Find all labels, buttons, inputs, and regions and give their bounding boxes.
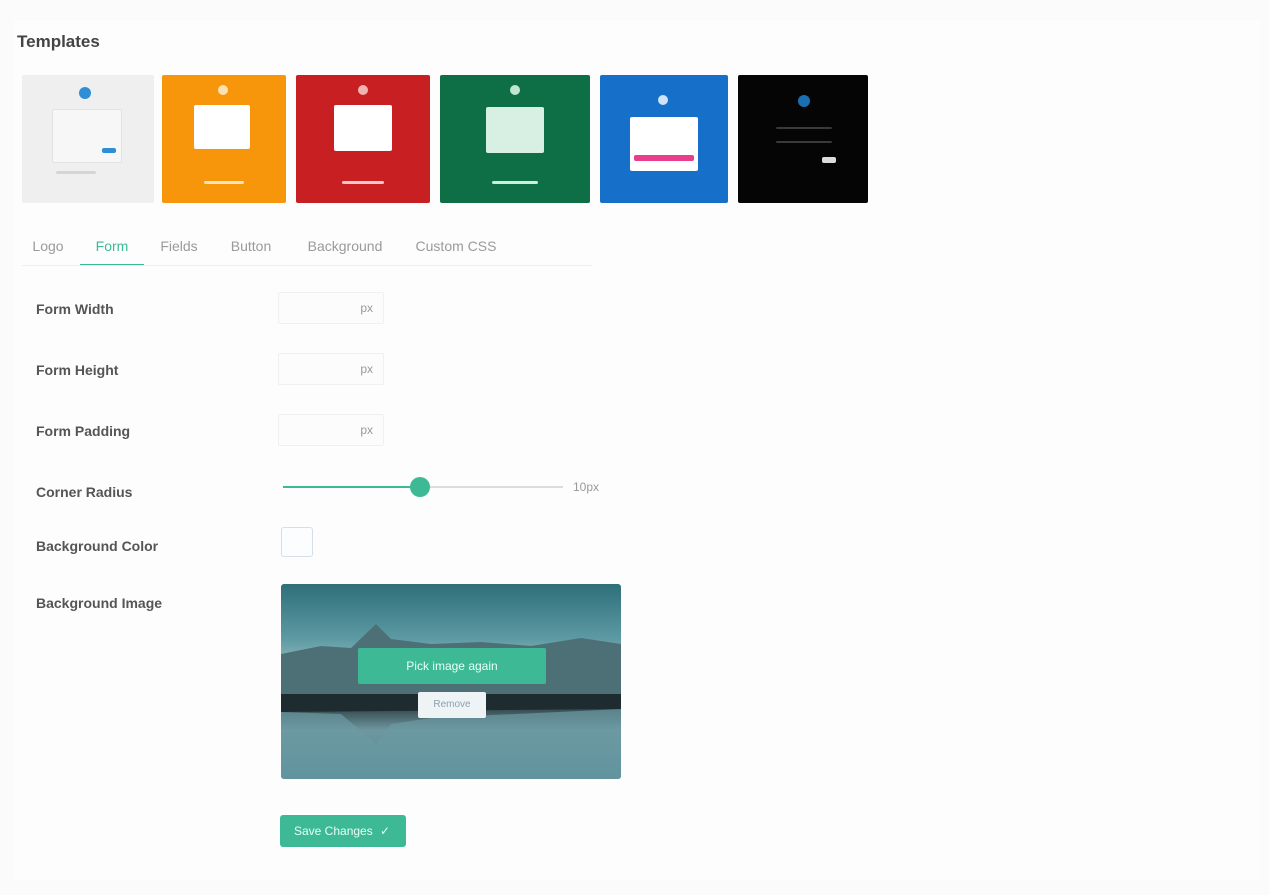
logo-icon bbox=[798, 95, 810, 107]
corner-radius-label: Corner Radius bbox=[36, 484, 133, 500]
form-height-input[interactable]: px bbox=[278, 353, 384, 385]
templates-title: Templates bbox=[17, 32, 100, 51]
logo-icon bbox=[510, 85, 520, 95]
form-padding-unit: px bbox=[360, 423, 373, 437]
form-width-label: Form Width bbox=[36, 301, 114, 317]
form-height-label: Form Height bbox=[36, 362, 119, 378]
template-button-preview bbox=[204, 181, 244, 184]
template-form-preview bbox=[52, 109, 122, 163]
save-changes-button[interactable]: Save Changes ✓ bbox=[280, 815, 406, 847]
tab-fields[interactable]: Fields bbox=[150, 230, 208, 266]
template-form-preview bbox=[194, 105, 250, 149]
template-button-preview bbox=[342, 181, 384, 184]
tab-form[interactable]: Form bbox=[80, 230, 144, 266]
tab-button[interactable]: Button bbox=[218, 230, 284, 266]
background-color-swatch[interactable] bbox=[281, 527, 313, 557]
save-changes-label: Save Changes bbox=[294, 824, 373, 838]
pick-image-button[interactable]: Pick image again bbox=[358, 648, 546, 684]
template-blue[interactable] bbox=[600, 75, 728, 203]
template-black[interactable] bbox=[738, 75, 868, 203]
template-field-line bbox=[776, 141, 832, 143]
tab-background[interactable]: Background bbox=[296, 230, 394, 266]
form-height-unit: px bbox=[360, 362, 373, 376]
corner-radius-slider-fill bbox=[283, 486, 421, 488]
form-padding-input[interactable]: px bbox=[278, 414, 384, 446]
logo-icon bbox=[358, 85, 368, 95]
logo-icon bbox=[79, 87, 91, 99]
template-form-preview bbox=[630, 117, 698, 171]
form-width-input[interactable]: px bbox=[278, 292, 384, 324]
template-orange[interactable] bbox=[162, 75, 286, 203]
template-button-preview bbox=[822, 157, 836, 163]
corner-radius-slider[interactable] bbox=[283, 477, 563, 497]
tab-custom-css[interactable]: Custom CSS bbox=[406, 230, 506, 266]
check-icon: ✓ bbox=[379, 824, 390, 838]
form-width-unit: px bbox=[360, 301, 373, 315]
template-footer-line bbox=[56, 171, 96, 174]
logo-icon bbox=[658, 95, 668, 105]
template-button-preview bbox=[634, 155, 694, 161]
template-green[interactable] bbox=[440, 75, 590, 203]
template-field-line bbox=[776, 127, 832, 129]
form-padding-label: Form Padding bbox=[36, 423, 131, 439]
template-red[interactable] bbox=[296, 75, 430, 203]
template-light[interactable] bbox=[22, 75, 154, 203]
background-color-label: Background Color bbox=[36, 538, 159, 554]
tabs-divider bbox=[22, 265, 592, 266]
remove-image-button[interactable]: Remove bbox=[418, 692, 486, 718]
corner-radius-value: 10px bbox=[573, 480, 600, 494]
template-button-preview bbox=[492, 181, 538, 184]
logo-icon bbox=[218, 85, 228, 95]
template-form-preview bbox=[334, 105, 392, 151]
tab-logo[interactable]: Logo bbox=[22, 230, 74, 266]
template-form-preview bbox=[486, 107, 544, 153]
template-button-preview bbox=[102, 148, 116, 153]
background-image-label: Background Image bbox=[36, 595, 163, 611]
